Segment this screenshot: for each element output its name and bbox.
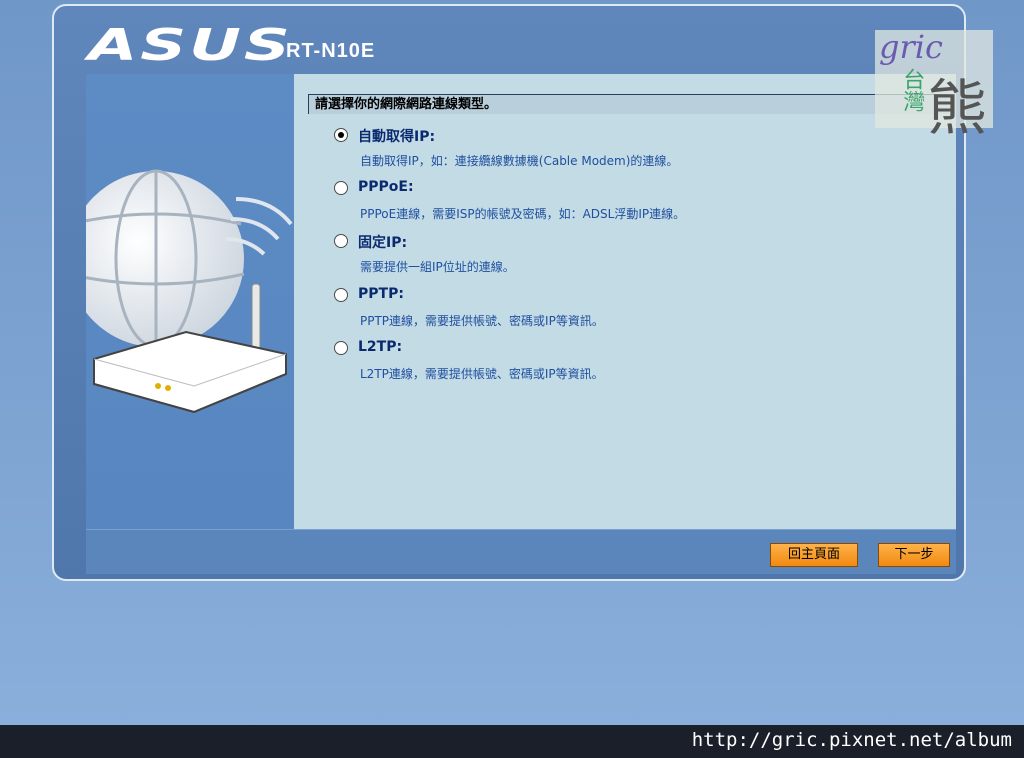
option-pppoe-desc: PPPoE連線，需要ISP的帳號及密碼，如：ADSL浮動IP連線。	[360, 207, 686, 221]
setup-panel: ASUS RT-N10E 請選擇你的網際網路連線類型。 自動取得IP: 自動取得…	[52, 4, 966, 581]
watermark: gric 台灣 熊	[875, 28, 993, 144]
option-pptp-desc: PPTP連線，需要提供帳號、密碼或IP等資訊。	[360, 314, 604, 328]
footer-bar: http://gric.pixnet.net/album	[0, 725, 1024, 758]
model-name: RT-N10E	[286, 40, 376, 62]
option-dhcp-desc: 自動取得IP，如：連接纜線數據機(Cable Modem)的連線。	[360, 154, 679, 168]
footer-url: http://gric.pixnet.net/album	[691, 729, 1012, 751]
option-static-ip-desc: 需要提供一組IP位址的連線。	[360, 260, 515, 274]
option-l2tp-desc: L2TP連線，需要提供帳號、密碼或IP等資訊。	[360, 367, 604, 381]
option-pptp-label: PPTP:	[358, 286, 404, 302]
next-button[interactable]: 下一步	[878, 543, 950, 567]
globe-router-icon	[67, 169, 293, 414]
home-button[interactable]: 回主頁面	[770, 543, 858, 567]
router-illustration	[67, 74, 296, 529]
watermark-bear: 熊	[927, 74, 987, 144]
option-dhcp-label: 自動取得IP:	[358, 129, 436, 145]
asus-logo: ASUS	[88, 20, 293, 71]
radio-static-ip[interactable]	[334, 234, 348, 248]
option-pppoe-label: PPPoE:	[358, 179, 414, 195]
radio-pptp[interactable]	[334, 288, 348, 302]
radio-dhcp[interactable]	[334, 128, 348, 142]
radio-pppoe[interactable]	[334, 181, 348, 195]
button-bar: 回主頁面 下一步	[86, 529, 956, 574]
content-area: 請選擇你的網際網路連線類型。 自動取得IP: 自動取得IP，如：連接纜線數據機(…	[294, 74, 956, 529]
page-heading: 請選擇你的網際網路連線類型。	[308, 94, 948, 114]
watermark-region: 台灣	[899, 68, 925, 112]
radio-l2tp[interactable]	[334, 341, 348, 355]
option-static-ip-label: 固定IP:	[358, 235, 408, 251]
option-l2tp-label: L2TP:	[358, 339, 403, 355]
